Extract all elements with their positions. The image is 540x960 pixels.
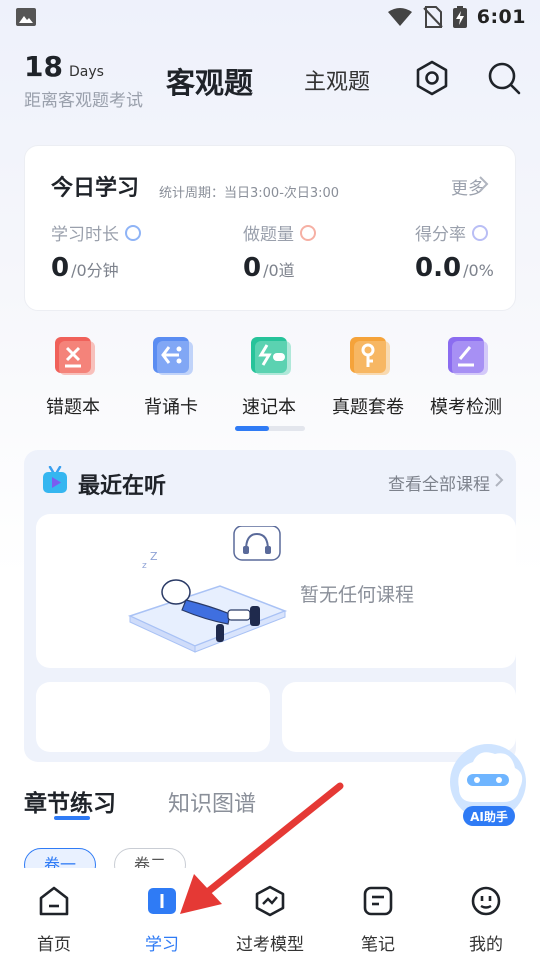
past-papers-icon [350, 337, 390, 375]
home-icon [39, 886, 69, 916]
stat-question-count: 做题量 0/0道 [243, 220, 316, 283]
nav-label: 首页 [37, 935, 71, 955]
nav-label: 学习 [145, 935, 179, 955]
nav-notes[interactable]: 笔记 [328, 884, 428, 955]
tab-subjective[interactable]: 主观题 [304, 64, 370, 96]
profile-icon [471, 886, 501, 916]
tab-chapter-practice[interactable]: 章节练习 [24, 784, 116, 818]
tv-play-icon [43, 466, 67, 493]
study-icon [148, 888, 176, 914]
tool-recite-card[interactable]: 背诵卡 [123, 333, 219, 419]
status-bar: 6:01 [0, 0, 540, 36]
today-study-title: 今日学习 [51, 176, 140, 201]
today-study-card: 今日学习 统计周期：当日3:00-次日3:00 更多 学习时长 0/0分钟 做题… [24, 145, 516, 311]
tool-label: 背诵卡 [144, 397, 198, 418]
progress-ring-icon [125, 224, 141, 241]
ai-assistant-label: AI助手 [470, 809, 508, 824]
settings-icon[interactable] [414, 60, 450, 96]
tab-knowledge-graph[interactable]: 知识图谱 [168, 786, 256, 818]
error-book-icon [55, 337, 95, 375]
search-icon[interactable] [486, 60, 522, 96]
tool-mock-exam[interactable]: 模考检测 [418, 333, 514, 419]
clock: 6:01 [476, 6, 526, 28]
exam-countdown[interactable]: 18 Days [24, 50, 104, 83]
ai-assistant-button[interactable]: AI助手 [445, 740, 531, 830]
stat-label: 得分率 [415, 225, 466, 245]
tool-label: 模考检测 [430, 397, 502, 418]
stat-unit: /0分钟 [71, 261, 119, 280]
tool-label: 错题本 [46, 397, 100, 418]
nav-home[interactable]: 首页 [4, 884, 104, 955]
tools-scroll-indicator [235, 426, 305, 431]
nav-label: 我的 [469, 935, 503, 955]
stat-label: 做题量 [243, 225, 294, 245]
course-placeholder-card [36, 682, 270, 752]
progress-ring-icon [472, 224, 488, 241]
stat-unit: /0道 [263, 261, 295, 280]
stat-value: 0 [51, 253, 70, 283]
stat-unit: /0% [463, 261, 494, 280]
notes-icon [363, 886, 393, 916]
tab-objective[interactable]: 客观题 [166, 60, 253, 102]
svg-text:z: z [142, 561, 147, 571]
chevron-right-icon[interactable] [494, 472, 504, 488]
no-sim-icon [423, 6, 443, 28]
countdown-subtitle: 距离客观题考试 [24, 91, 143, 111]
mock-exam-icon [448, 337, 488, 375]
stat-value: 0 [243, 253, 262, 283]
tool-past-papers[interactable]: 真题套卷 [320, 333, 416, 419]
stat-study-time: 学习时长 0/0分钟 [51, 220, 141, 283]
active-tab-underline [54, 816, 90, 820]
recent-listening-title: 最近在听 [78, 474, 167, 499]
stat-label: 学习时长 [51, 225, 119, 245]
image-notification-icon [16, 8, 36, 26]
stat-period: 统计周期：当日3:00-次日3:00 [159, 186, 340, 201]
tool-label: 速记本 [242, 397, 296, 418]
countdown-days: 18 [24, 50, 63, 83]
nav-label: 过考模型 [236, 935, 304, 955]
recite-card-icon [153, 337, 193, 375]
sleeping-person-illustration: z Z [127, 526, 288, 653]
empty-course-card: z Z 暂无任何课程 [36, 514, 516, 668]
battery-charging-icon [452, 6, 467, 28]
countdown-unit: Days [68, 64, 104, 80]
shorthand-book-icon [251, 337, 291, 375]
nav-study[interactable]: 学习 [112, 884, 212, 955]
progress-ring-icon [300, 224, 316, 241]
bottom-navigation: 首页 学习 过考模型 笔记 我的 [0, 868, 540, 960]
empty-course-text: 暂无任何课程 [300, 584, 415, 606]
pass-model-icon [255, 885, 285, 917]
stat-value: 0.0 [415, 253, 462, 283]
tool-label: 真题套卷 [332, 397, 404, 418]
view-all-courses-link[interactable]: 查看全部课程 [388, 470, 490, 495]
stat-score-rate: 得分率 0.0/0% [415, 220, 494, 283]
tool-shorthand-book[interactable]: 速记本 [221, 333, 317, 419]
tool-error-book[interactable]: 错题本 [25, 333, 121, 419]
nav-label: 笔记 [361, 935, 395, 955]
wifi-icon [387, 8, 412, 26]
chevron-right-icon[interactable] [477, 175, 489, 193]
nav-pass-model[interactable]: 过考模型 [220, 884, 320, 955]
recent-listening-section: 最近在听 查看全部课程 z Z 暂无任何课程 [24, 450, 516, 762]
nav-profile[interactable]: 我的 [436, 884, 536, 955]
svg-text:Z: Z [150, 550, 158, 563]
scroll-thumb [235, 426, 269, 431]
